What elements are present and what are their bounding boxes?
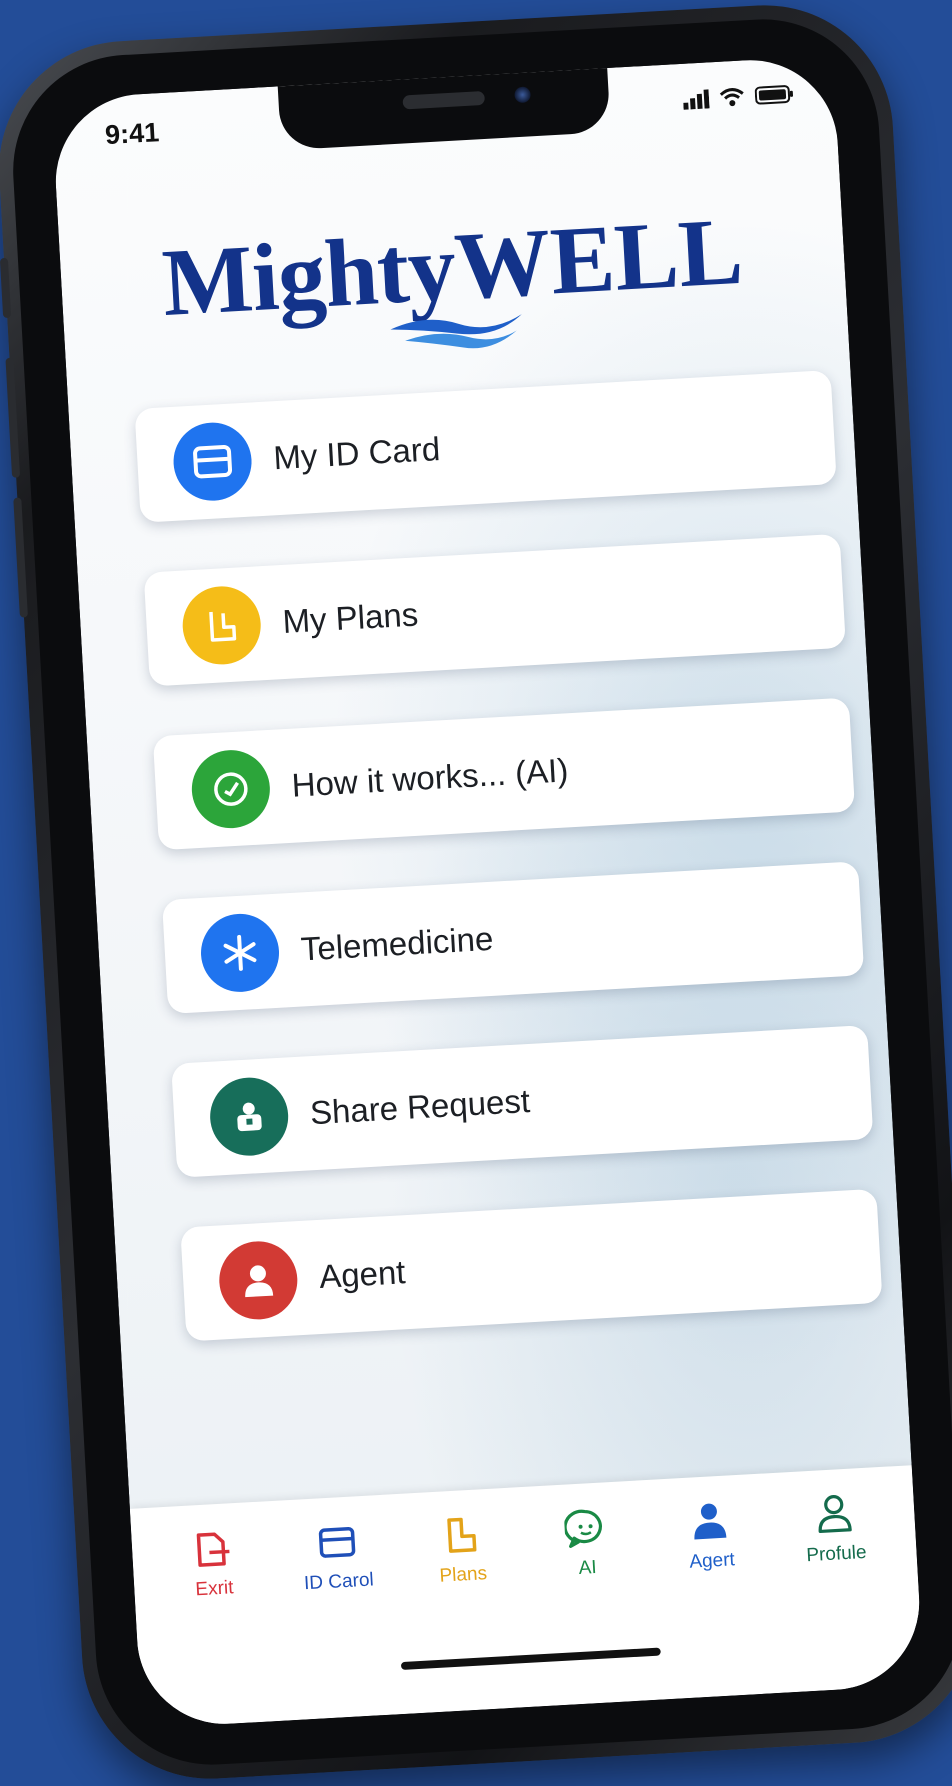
brand-logo: MightyWELL	[59, 189, 849, 375]
tab-profile[interactable]: Profule	[785, 1491, 885, 1568]
tab-exit[interactable]: Exrit	[163, 1526, 263, 1603]
tab-label: ID Carol	[303, 1569, 375, 1595]
menu-item-label: Telemedicine	[299, 919, 495, 968]
bottom-tab-bar: Exrit ID Carol Plans AI Agert Profule	[129, 1465, 924, 1729]
menu-item-label: My Plans	[281, 595, 420, 640]
menu-item-label: My ID Card	[272, 429, 442, 477]
exit-icon	[196, 1532, 230, 1567]
brand-name: MightyWELL	[160, 195, 746, 338]
share-request-icon	[208, 1075, 291, 1158]
tab-list: Exrit ID Carol Plans AI Agert Profule	[163, 1491, 885, 1603]
tab-id-card[interactable]: ID Carol	[288, 1519, 388, 1596]
speaker-grille	[401, 90, 485, 110]
main-menu: My ID Card My Plans How it works... (AI)	[134, 370, 885, 1391]
tab-label: AI	[578, 1556, 598, 1579]
clock-icon	[189, 748, 272, 831]
asterisk-icon	[198, 911, 282, 995]
tab-ai[interactable]: AI	[536, 1505, 636, 1582]
person-icon	[694, 1503, 727, 1540]
tab-agent[interactable]: Agert	[661, 1498, 761, 1575]
menu-item-my-plans[interactable]: My Plans	[143, 533, 846, 687]
phone-device: 9:41 MightyWELL My ID Card My Plans How …	[0, 0, 952, 1786]
status-icons	[683, 84, 796, 110]
menu-item-share-request[interactable]: Share Request	[171, 1025, 874, 1178]
menu-item-label: Agent	[318, 1253, 407, 1295]
profile-icon	[818, 1495, 852, 1534]
menu-item-telemedicine[interactable]: Telemedicine	[161, 861, 865, 1015]
battery-icon	[754, 85, 794, 105]
wifi-icon	[719, 88, 744, 107]
plans-icon	[180, 584, 263, 667]
brand-name-part1: Mighty	[159, 212, 458, 337]
status-time: 9:41	[104, 117, 160, 151]
front-camera	[513, 86, 531, 104]
stage: 9:41 MightyWELL My ID Card My Plans How …	[0, 0, 952, 1786]
menu-item-label: Share Request	[309, 1081, 531, 1132]
tab-plans[interactable]: Plans	[412, 1512, 512, 1589]
brand-name-part2: WELL	[451, 196, 746, 320]
menu-item-id-card[interactable]: My ID Card	[134, 370, 837, 523]
chat-icon	[563, 1509, 602, 1548]
menu-item-label: How it works... (AI)	[290, 751, 570, 804]
tab-label: Exrit	[194, 1577, 235, 1601]
id-card-icon	[318, 1527, 355, 1558]
menu-item-agent[interactable]: Agent	[180, 1188, 883, 1342]
person-icon	[217, 1239, 300, 1322]
home-indicator[interactable]	[400, 1647, 661, 1671]
tab-label: Agert	[688, 1549, 736, 1573]
menu-item-how-it-works[interactable]: How it works... (AI)	[152, 697, 856, 851]
app-screen: 9:41 MightyWELL My ID Card My Plans How …	[51, 55, 924, 1729]
plans-icon	[447, 1517, 477, 1553]
signal-icon	[683, 89, 710, 110]
id-card-icon	[171, 420, 254, 503]
tab-label: Plans	[438, 1563, 488, 1587]
tab-label: Profule	[805, 1541, 868, 1567]
